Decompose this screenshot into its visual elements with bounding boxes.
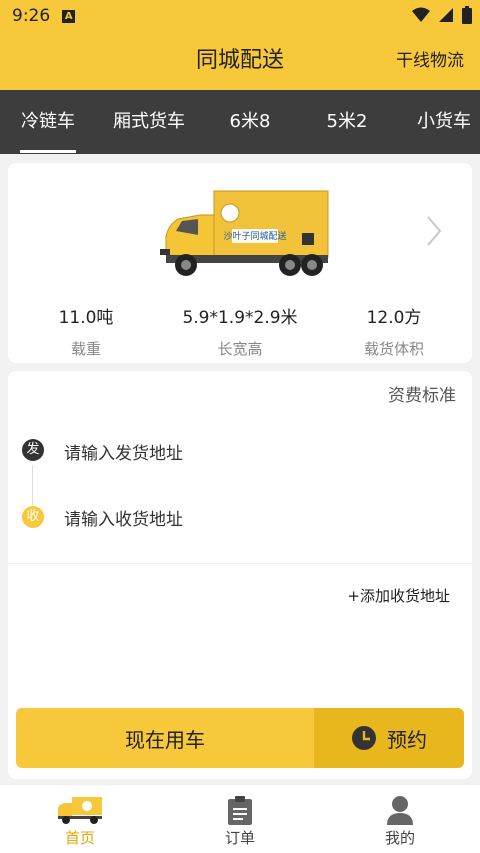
spec-label: 载货体积 <box>363 340 424 358</box>
clipboard-icon <box>228 796 252 825</box>
spec-value: 11.0吨 <box>58 308 114 328</box>
spec-label: 载重 <box>70 340 101 358</box>
wifi-icon <box>412 7 430 22</box>
notification-icon: A <box>62 9 76 23</box>
chevron-right-icon[interactable] <box>424 211 444 251</box>
vehicle-card: 沙叶子同城配送 11.0吨 载重 5.9*1.9*2.9米 长宽高 12.0方 <box>8 163 472 363</box>
book-label: 预约 <box>387 727 427 752</box>
clock-icon <box>352 726 376 750</box>
divider <box>8 563 472 564</box>
tab-5m2[interactable]: 5米2 <box>307 90 387 154</box>
status-icons <box>412 6 472 24</box>
spec-label: 长宽高 <box>217 340 263 358</box>
tab-box-truck[interactable]: 厢式货车 <box>104 90 194 154</box>
vehicle-tabs: 冷链车 厢式货车 6米8 5米2 小货车 <box>0 90 480 154</box>
status-bar: 9:26 A <box>0 0 480 32</box>
dropoff-address-input[interactable]: 请输入收货地址 <box>64 505 183 530</box>
truck-side-text: 沙叶子同城配送 <box>223 230 286 242</box>
fee-standard-link[interactable]: 资费标准 <box>388 381 456 406</box>
spec-volume: 12.0方 载货体积 <box>324 303 464 359</box>
nav-orders[interactable]: 订单 <box>180 791 300 848</box>
spec-value: 5.9*1.9*2.9米 <box>182 308 298 328</box>
nav-profile-label: 我的 <box>384 829 415 847</box>
add-dropoff-address-button[interactable]: +添加收货地址 <box>347 585 450 606</box>
pickup-address-input[interactable]: 请输入发货地址 <box>64 439 183 464</box>
vehicle-image: 沙叶子同城配送 <box>152 185 342 285</box>
use-now-button[interactable]: 现在用车 <box>16 708 314 768</box>
active-tab-indicator <box>20 150 76 153</box>
tab-small-truck[interactable]: 小货车 <box>404 90 480 154</box>
spec-dimensions: 5.9*1.9*2.9米 长宽高 <box>170 303 310 359</box>
book-button[interactable]: 预约 <box>314 708 464 768</box>
app-header: 同城配送 干线物流 <box>0 32 480 90</box>
user-icon <box>387 796 413 825</box>
battery-icon <box>462 6 472 24</box>
trunk-logistics-link[interactable]: 干线物流 <box>396 32 464 90</box>
nav-home-label: 首页 <box>64 829 95 847</box>
spec-load: 11.0吨 载重 <box>16 303 156 359</box>
use-now-label: 现在用车 <box>125 727 205 752</box>
truck-icon <box>58 797 102 824</box>
action-buttons: 现在用车 预约 <box>16 708 464 768</box>
bottom-navigation: 首页 订单 我的 <box>0 785 480 853</box>
address-connector <box>32 465 33 505</box>
status-time: 9:26 <box>12 6 51 26</box>
nav-profile[interactable]: 我的 <box>340 791 460 848</box>
tab-6m8[interactable]: 6米8 <box>210 90 290 154</box>
spec-value: 12.0方 <box>366 308 422 328</box>
order-form: 资费标准 发 请输入发货地址 收 请输入收货地址 +添加收货地址 现在用车 预约 <box>8 371 472 779</box>
nav-home[interactable]: 首页 <box>20 791 140 848</box>
nav-orders-label: 订单 <box>224 829 255 847</box>
tab-cold-chain[interactable]: 冷链车 <box>8 90 88 154</box>
dropoff-badge: 收 <box>22 506 44 528</box>
signal-icon <box>439 8 453 22</box>
pickup-badge: 发 <box>22 439 44 461</box>
